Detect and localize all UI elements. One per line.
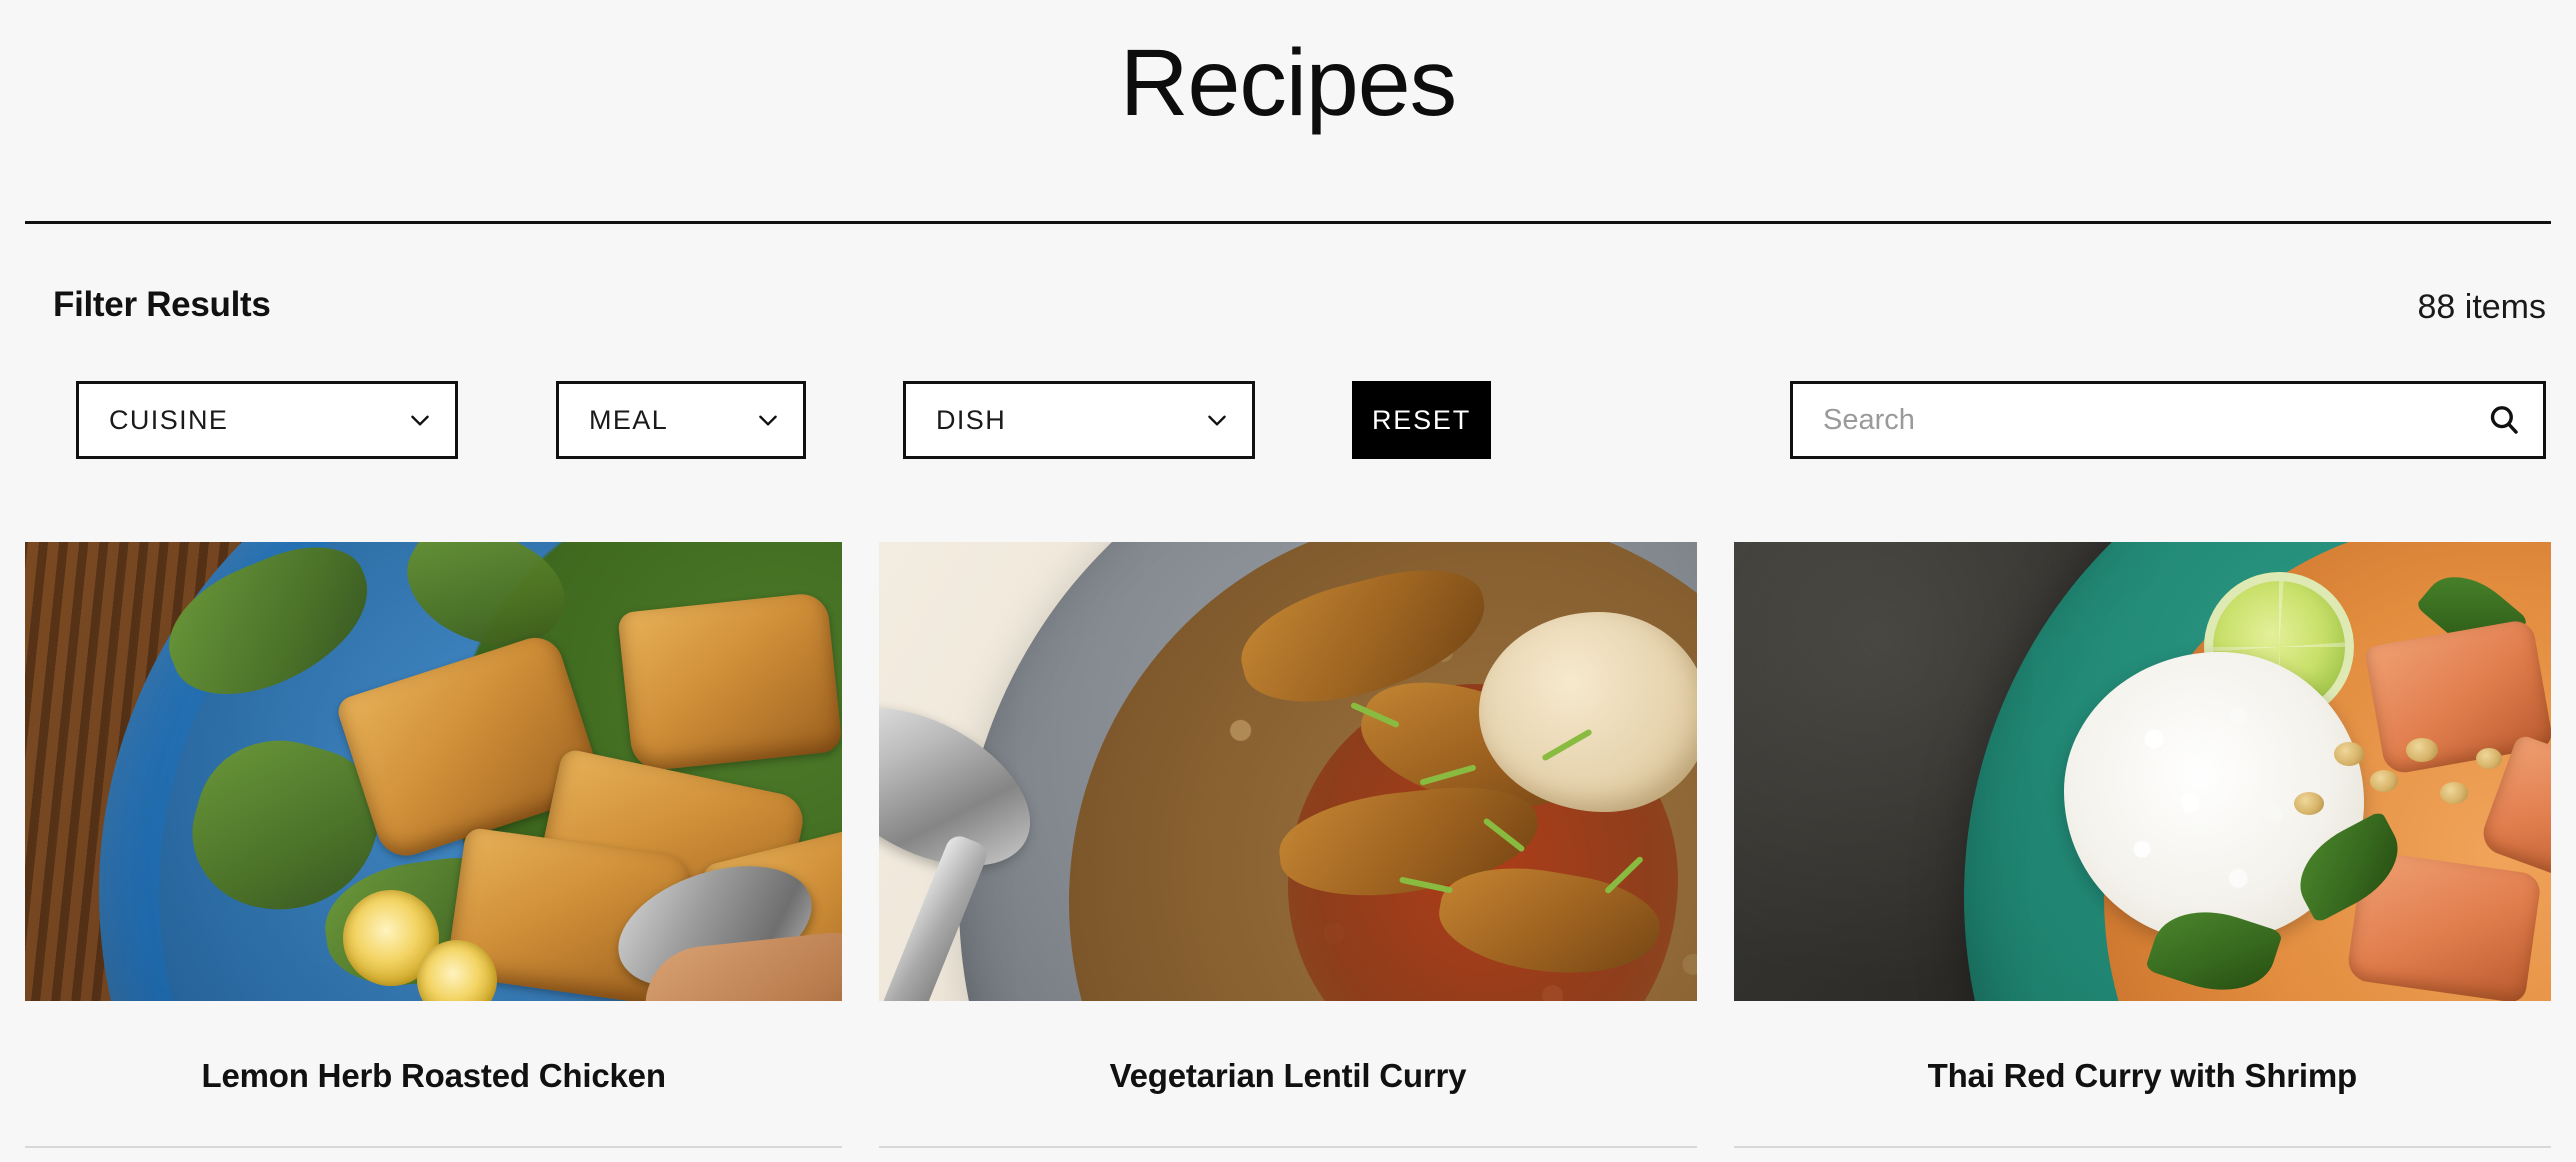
card-divider <box>879 1146 1697 1148</box>
recipe-grid: Lemon Herb Roasted Chicken Vegetarian Le… <box>25 542 2551 1148</box>
recipe-image-thai-red-curry-with-shrimp[interactable] <box>1733 542 2551 1001</box>
page-header: Recipes <box>0 0 2576 131</box>
filter-controls-row: CUISINE MEAL DISH RESET <box>0 381 2576 465</box>
peanut-shape <box>2293 792 2324 815</box>
peanut-shape <box>2475 748 2502 769</box>
recipe-card[interactable]: Lemon Herb Roasted Chicken <box>25 542 843 1148</box>
dish-select-label: DISH <box>936 404 1007 435</box>
filter-results-heading: Filter Results <box>53 285 271 324</box>
reset-button[interactable]: RESET <box>1352 381 1491 459</box>
page-title: Recipes <box>1119 30 1457 136</box>
peanut-shape <box>2333 742 2364 766</box>
peanut-shape <box>2439 782 2468 804</box>
recipe-card[interactable]: Vegetarian Lentil Curry <box>879 542 1697 1148</box>
recipe-image-lemon-herb-roasted-chicken[interactable] <box>25 542 843 1001</box>
chevron-down-icon <box>759 415 777 426</box>
recipe-title[interactable]: Thai Red Curry with Shrimp <box>1734 1001 2551 1095</box>
chevron-down-icon <box>1208 415 1226 426</box>
cuisine-select[interactable]: CUISINE <box>76 381 458 459</box>
search-field[interactable] <box>1790 381 2546 459</box>
search-input[interactable] <box>1821 384 2487 456</box>
search-icon[interactable] <box>2487 403 2521 437</box>
chicken-piece-shape <box>617 591 843 773</box>
filter-section: Filter Results 88 items CUISINE MEAL DIS… <box>0 285 2576 459</box>
recipe-title[interactable]: Vegetarian Lentil Curry <box>879 1001 1696 1095</box>
meal-select-label: MEAL <box>589 404 669 435</box>
recipe-image-vegetarian-lentil-curry[interactable] <box>879 542 1697 1001</box>
header-divider <box>25 221 2551 224</box>
filter-header-row: Filter Results 88 items <box>0 285 2576 347</box>
peanut-shape <box>2405 738 2438 762</box>
recipe-card[interactable]: Thai Red Curry with Shrimp <box>1733 542 2551 1148</box>
card-divider <box>25 1146 843 1148</box>
peanut-shape <box>2369 770 2398 792</box>
chevron-down-icon <box>411 415 429 426</box>
meal-select[interactable]: MEAL <box>556 381 806 459</box>
card-divider <box>1733 1146 2551 1148</box>
cuisine-select-label: CUISINE <box>109 404 229 435</box>
recipe-title[interactable]: Lemon Herb Roasted Chicken <box>25 1001 842 1095</box>
dish-select[interactable]: DISH <box>903 381 1255 459</box>
items-count: 88 items <box>2417 288 2547 326</box>
